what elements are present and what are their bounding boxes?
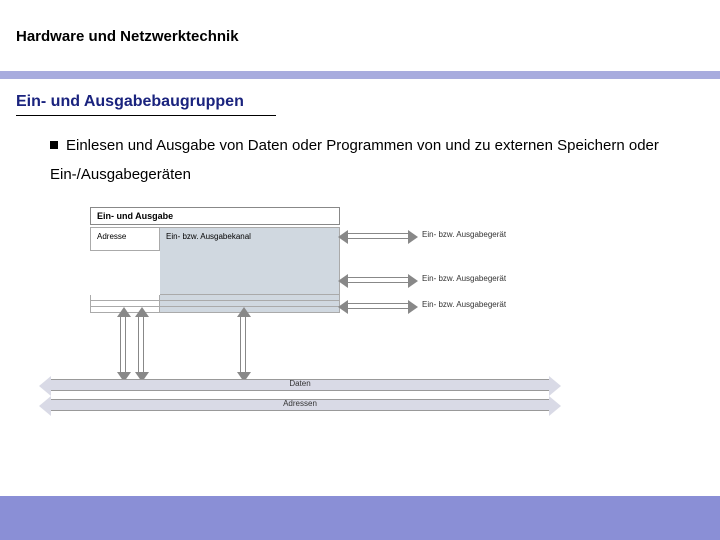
vertical-arrow-icon xyxy=(138,317,144,372)
double-arrow-icon xyxy=(348,233,408,239)
body-text: Einlesen und Ausgabe von Daten oder Prog… xyxy=(0,116,720,189)
io-diagram: Ein- und Ausgabe Adresse Ein- bzw. Ausga… xyxy=(90,207,630,437)
bus-daten: Daten xyxy=(50,379,550,391)
footer-band xyxy=(0,496,720,540)
bus-adressen-label: Adressen xyxy=(51,399,549,408)
device-label-3: Ein- bzw. Ausgabegerät xyxy=(422,300,506,309)
device-label-1: Ein- bzw. Ausgabegerät xyxy=(422,230,506,239)
double-arrow-icon xyxy=(348,303,408,309)
diagram-col-channel: Ein- bzw. Ausgabekanal xyxy=(160,227,340,246)
vertical-arrow-icon xyxy=(240,317,246,372)
device-label-2: Ein- bzw. Ausgabegerät xyxy=(422,274,506,283)
bus-daten-label: Daten xyxy=(51,379,549,388)
double-arrow-icon xyxy=(348,277,408,283)
body-content: Einlesen und Ausgabe von Daten oder Prog… xyxy=(50,137,659,183)
diagram-row xyxy=(90,245,340,251)
bus-adressen: Adressen xyxy=(50,399,550,411)
bullet-icon xyxy=(50,141,58,149)
diagram-col-address: Adresse xyxy=(90,227,160,246)
diagram-box-title: Ein- und Ausgabe xyxy=(90,207,340,225)
horizontal-rule xyxy=(0,71,720,79)
vertical-arrow-icon xyxy=(120,317,126,372)
diagram-header-row: Adresse Ein- bzw. Ausgabekanal xyxy=(90,227,340,246)
page-title: Hardware und Netzwerktechnik xyxy=(0,0,720,45)
section-title: Ein- und Ausgabebaugruppen xyxy=(0,79,720,111)
